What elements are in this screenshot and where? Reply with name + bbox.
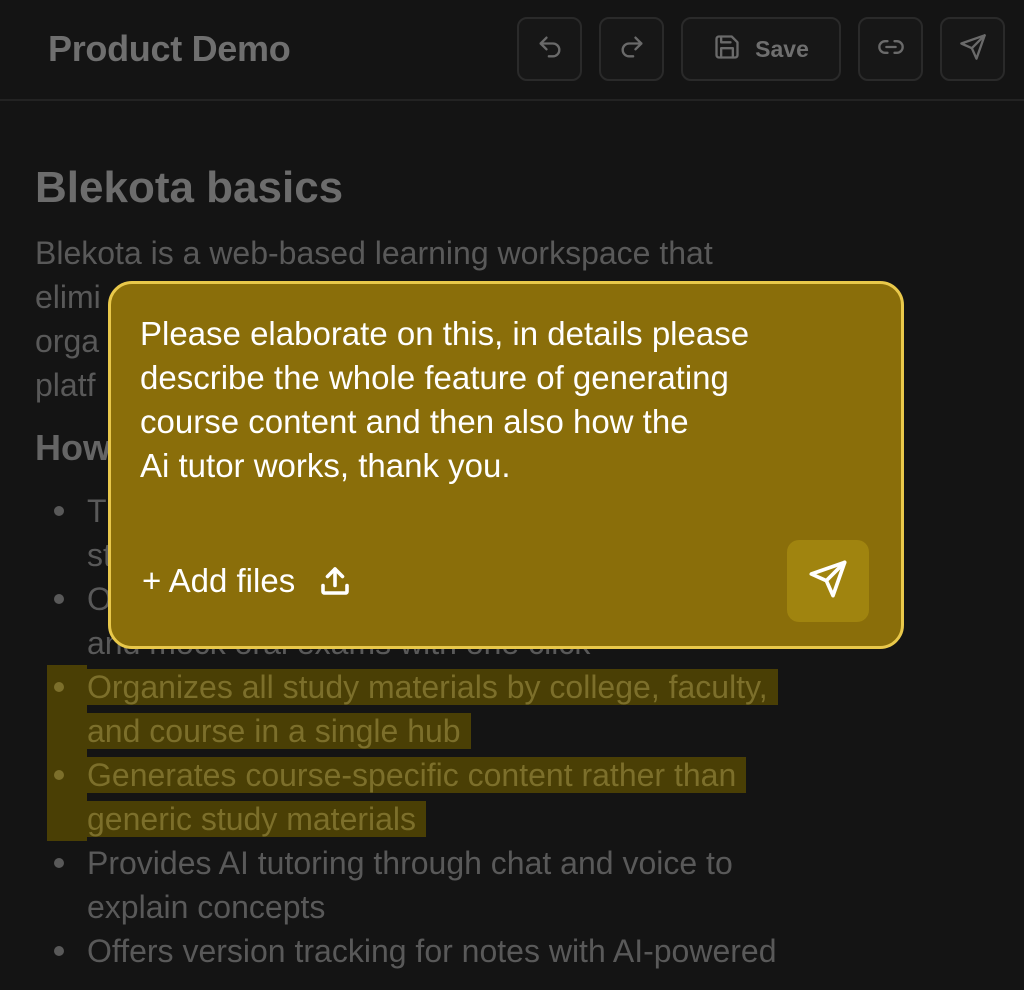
highlight-gutter (47, 797, 87, 841)
highlight-gutter (47, 753, 87, 797)
highlighted-text: generic study materials (87, 801, 427, 837)
redo-button[interactable] (599, 17, 664, 81)
bullet (54, 858, 64, 868)
list-item: Provides AI tutoring through chat and vo… (54, 841, 927, 929)
top-bar: Product Demo Save (0, 0, 1024, 101)
list-item-highlighted: Generates course-specific content rather… (54, 753, 927, 841)
save-label: Save (755, 35, 809, 62)
add-files-label: + Add files (142, 562, 296, 599)
send-icon (959, 33, 987, 66)
send-prompt-button[interactable] (787, 540, 869, 622)
document-heading: Blekota basics (35, 163, 344, 212)
list-item-highlighted: Organizes all study materials by college… (54, 665, 927, 753)
add-files-button[interactable]: + Add files (142, 562, 353, 600)
bullet (54, 594, 64, 604)
highlighted-text: Organizes all study materials by college… (87, 669, 778, 705)
highlighted-text: and course in a single hub (87, 713, 471, 749)
save-icon (713, 33, 741, 66)
highlight-gutter (47, 709, 87, 753)
highlight-gutter (47, 665, 87, 709)
highlighted-text: Generates course-specific content rather… (87, 757, 747, 793)
page-title: Product Demo (48, 28, 291, 69)
prompt-input[interactable]: Please elaborate on this, in details ple… (140, 312, 880, 488)
bullet (54, 770, 64, 780)
upload-icon (317, 563, 353, 599)
share-button[interactable] (940, 17, 1005, 81)
bullet (54, 506, 64, 516)
link-icon (877, 33, 905, 66)
list-item: Offers version tracking for notes with A… (54, 929, 927, 973)
send-icon (808, 559, 848, 604)
redo-icon (618, 33, 646, 66)
section-heading: How (35, 427, 111, 468)
bullet (54, 682, 64, 692)
bullet (54, 946, 64, 956)
ai-prompt-popup: Please elaborate on this, in details ple… (108, 281, 904, 649)
paragraph-line: Blekota is a web-based learning workspac… (35, 235, 713, 271)
undo-button[interactable] (517, 17, 582, 81)
save-button[interactable]: Save (681, 17, 841, 81)
copy-link-button[interactable] (858, 17, 923, 81)
undo-icon (536, 33, 564, 66)
